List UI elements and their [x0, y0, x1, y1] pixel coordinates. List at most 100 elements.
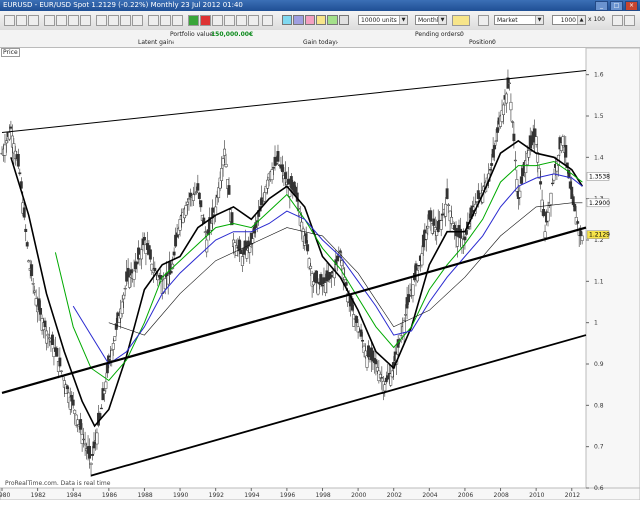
candle-body	[27, 260, 31, 263]
candle-body	[205, 239, 209, 253]
candle-body	[324, 282, 327, 293]
candle-body	[456, 236, 459, 247]
zoom-out-icon[interactable]	[80, 15, 91, 26]
quantity-stepper[interactable]: 1000 ▲	[552, 15, 586, 25]
line-tool-icon[interactable]	[96, 15, 107, 26]
window-icon[interactable]	[262, 15, 273, 26]
color-swatch-3[interactable]	[304, 15, 315, 25]
candle-body	[424, 232, 428, 240]
y-tick-label: 1.5	[594, 113, 604, 120]
y-tick-label: 0.9	[594, 361, 604, 368]
candle-body	[153, 267, 157, 272]
candle-body	[564, 144, 568, 158]
multiplier-label: x 100	[588, 16, 605, 23]
candle-body	[539, 181, 543, 185]
crosshair-icon[interactable]	[56, 15, 67, 26]
candle-body	[45, 330, 48, 344]
menu-icon[interactable]	[624, 15, 635, 26]
candle-body	[91, 454, 94, 456]
alert-icon[interactable]	[160, 15, 171, 26]
chevron-down-icon: ▼	[399, 16, 407, 24]
candle-body	[439, 220, 443, 230]
candle-body	[95, 432, 99, 445]
candle-body	[338, 250, 342, 253]
candle-body	[34, 298, 38, 306]
cursor-icon[interactable]	[44, 15, 55, 26]
x-tick-label: 2002	[387, 492, 402, 499]
sell-arrow-icon[interactable]	[200, 15, 211, 26]
portfolio-value: 150,000.00€	[211, 31, 254, 38]
window-controls: _ □ ×	[595, 1, 638, 11]
candle-body	[340, 260, 344, 267]
candle-body	[519, 176, 523, 184]
candle-body	[542, 209, 546, 217]
zoom-in-icon[interactable]	[68, 15, 79, 26]
candle-body	[33, 290, 37, 293]
color-swatch-5[interactable]	[327, 15, 338, 25]
account-info-bar: Portfolio value: 150,000.00€ Pending ord…	[0, 30, 640, 48]
candle-body	[272, 167, 275, 169]
layout-icon[interactable]	[236, 15, 247, 26]
price-chart[interactable]: 1.61.51.41.31.21.110.90.80.70.6198019821…	[0, 47, 640, 501]
candle-body	[352, 314, 356, 327]
candle-body	[9, 126, 13, 129]
minimize-icon[interactable]: _	[595, 1, 608, 11]
candle-body	[248, 245, 252, 253]
candle-body	[48, 337, 51, 340]
print-icon[interactable]	[172, 15, 183, 26]
candle-body	[552, 173, 556, 181]
trade-icon[interactable]	[452, 15, 470, 26]
timeframe-select[interactable]: Monthly ▼	[415, 15, 447, 25]
text-tool-icon[interactable]	[132, 15, 143, 26]
candle-body	[111, 343, 115, 350]
close-window-icon[interactable]	[612, 15, 623, 26]
y-tick-label: 0.6	[594, 485, 604, 492]
settings-icon[interactable]	[224, 15, 235, 26]
close-icon[interactable]: ×	[625, 1, 638, 11]
x-tick-label: 1988	[137, 492, 152, 499]
order-book-icon[interactable]	[212, 15, 223, 26]
units-select[interactable]: 10000 units ▼	[358, 15, 408, 25]
chart-canvas[interactable]: 1.61.51.41.31.21.110.90.80.70.6198019821…	[0, 47, 640, 501]
candle-body	[447, 204, 451, 206]
candle-body	[551, 182, 554, 185]
color-swatch-1[interactable]	[282, 15, 293, 25]
candle-body	[132, 270, 136, 280]
position-label: Position:	[469, 39, 495, 46]
color-swatch-2[interactable]	[293, 15, 304, 25]
candle-body	[573, 203, 577, 212]
y-tick-label: 1.1	[594, 278, 604, 285]
indicator-icon[interactable]	[148, 15, 159, 26]
x-tick-label: 2000	[351, 492, 366, 499]
candle-body	[76, 419, 80, 425]
open-icon[interactable]	[16, 15, 27, 26]
candle-body	[404, 314, 408, 316]
toolbar: 10000 units ▼ Monthly ▼ Market ▼ 1000 ▲ x 10…	[0, 11, 640, 31]
candle-body	[58, 357, 62, 367]
color-swatch-6[interactable]	[338, 15, 349, 25]
color-palette[interactable]	[282, 15, 350, 25]
candle-body	[432, 218, 436, 226]
order-type-select[interactable]: Market ▼	[494, 15, 544, 25]
candle-body	[122, 294, 126, 300]
candle-body	[493, 145, 497, 150]
save-icon[interactable]	[28, 15, 39, 26]
window-title: EURUSD - EUR/USD Spot 1.2129 (-0.22%) Mo…	[3, 1, 243, 9]
fibonacci-tool-icon[interactable]	[120, 15, 131, 26]
candle-body	[411, 284, 415, 296]
candle-body	[220, 168, 224, 181]
link-icon[interactable]	[248, 15, 259, 26]
order-icon[interactable]	[478, 15, 489, 26]
candle-body	[240, 256, 244, 266]
color-swatch-4[interactable]	[315, 15, 327, 25]
candle-body	[579, 230, 583, 237]
x-tick-label: 1982	[31, 492, 46, 499]
maximize-icon[interactable]: □	[610, 1, 623, 11]
candle-body	[417, 264, 421, 267]
candle-body	[110, 349, 114, 361]
channel-tool-icon[interactable]	[108, 15, 119, 26]
buy-arrow-icon[interactable]	[188, 15, 199, 26]
new-chart-icon[interactable]	[4, 15, 15, 26]
candle-body	[505, 93, 508, 104]
candle-body	[518, 190, 522, 198]
